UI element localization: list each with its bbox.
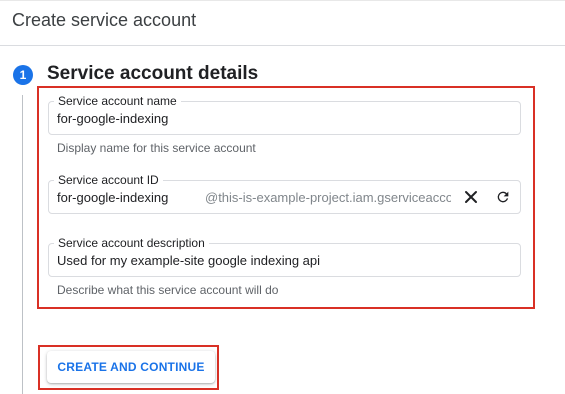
page-header: Create service account [0,0,565,46]
step-number-badge: 1 [13,65,33,85]
create-and-continue-button[interactable]: CREATE AND CONTINUE [47,351,215,383]
step-title: Service account details [47,63,259,84]
page-title: Create service account [12,10,197,30]
highlight-box-fields [37,86,535,309]
stepper-line [22,95,23,394]
